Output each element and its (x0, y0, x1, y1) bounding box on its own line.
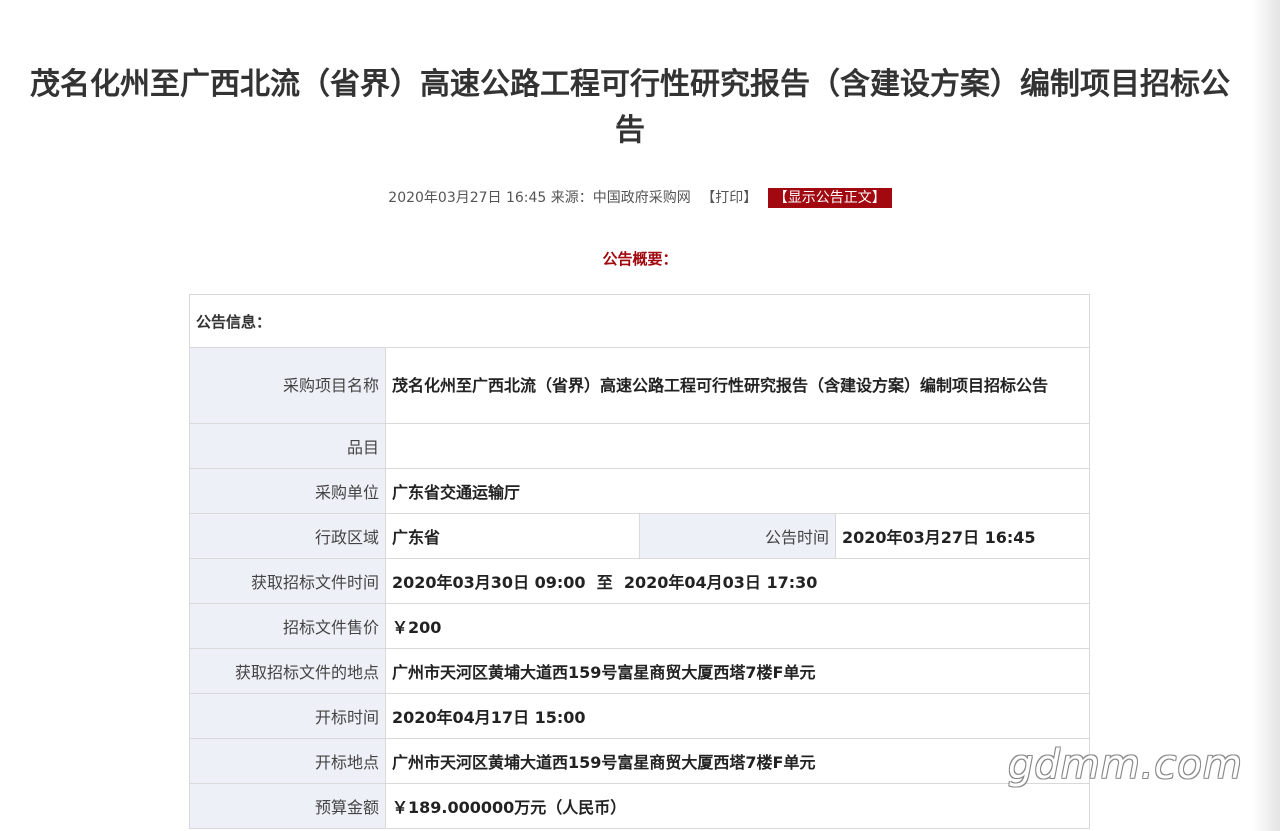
right-edge-shadow (1252, 0, 1280, 831)
project-name-label: 采购项目名称 (189, 347, 386, 424)
print-link[interactable]: 【打印】 (701, 190, 757, 206)
notice-time-label: 公告时间 (639, 513, 836, 559)
doc-place-label: 获取招标文件的地点 (189, 648, 386, 694)
region-label: 行政区域 (189, 513, 386, 559)
region-value: 广东省 (385, 513, 640, 559)
open-time-label: 开标时间 (189, 693, 386, 739)
doc-time-value: 2020年03月30日 09:00 至 2020年04月03日 17:30 (385, 558, 1090, 604)
open-place-value: 广州市天河区黄埔大道西159号富星商贸大厦西塔7楼F单元 (385, 738, 1090, 784)
meta-line: 2020年03月27日 16:45 来源：中国政府采购网 【打印】 【显示公告正… (0, 187, 1280, 209)
open-place-label: 开标地点 (189, 738, 386, 784)
publish-datetime: 2020年03月27日 16:45 (388, 190, 547, 206)
notice-time-value: 2020年03月27日 16:45 (835, 513, 1090, 559)
page-title: 茂名化州至广西北流（省界）高速公路工程可行性研究报告（含建设方案）编制项目招标公… (30, 67, 1230, 148)
buyer-label: 采购单位 (189, 468, 386, 514)
project-name-value: 茂名化州至广西北流（省界）高速公路工程可行性研究报告（含建设方案）编制项目招标公… (385, 347, 1090, 424)
category-label: 品目 (189, 423, 386, 469)
doc-time-label: 获取招标文件时间 (189, 558, 386, 604)
budget-value: ￥189.000000万元（人民币） (385, 783, 1090, 829)
doc-price-label: 招标文件售价 (189, 603, 386, 649)
doc-place-value: 广州市天河区黄埔大道西159号富星商贸大厦西塔7楼F单元 (385, 648, 1090, 694)
table-header: 公告信息： (189, 294, 1090, 348)
open-time-value: 2020年04月17日 15:00 (385, 693, 1090, 739)
show-notice-text-button[interactable]: 【显示公告正文】 (767, 188, 892, 208)
notice-info-table: 公告信息： 采购项目名称 茂名化州至广西北流（省界）高速公路工程可行性研究报告（… (189, 294, 1090, 829)
source-link[interactable]: 中国政府采购网 (593, 190, 691, 206)
category-value (385, 423, 1090, 469)
buyer-value: 广东省交通运输厅 (385, 468, 1090, 514)
source-label: 来源： (550, 190, 593, 206)
budget-label: 预算金额 (189, 783, 386, 829)
watermark: gdmm.com (1008, 742, 1243, 788)
doc-price-value: ￥200 (385, 603, 1090, 649)
summary-title: 公告概要： (602, 250, 678, 268)
